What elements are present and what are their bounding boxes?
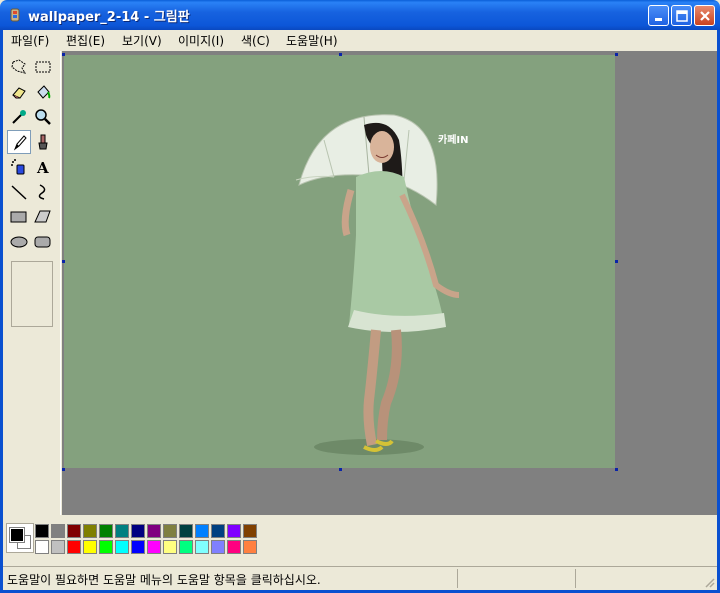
fill-tool[interactable] [31, 80, 55, 104]
color-swatch[interactable] [99, 540, 113, 554]
foreground-color [9, 527, 25, 543]
resize-handle [62, 468, 65, 471]
color-picker-tool[interactable] [7, 105, 31, 129]
color-swatch[interactable] [179, 524, 193, 538]
color-swatch[interactable] [163, 524, 177, 538]
maximize-icon [676, 10, 688, 22]
magnifier-icon [35, 109, 51, 125]
paint-app-icon [10, 8, 20, 22]
free-select-tool[interactable] [7, 55, 31, 79]
rect-select-icon [35, 61, 51, 73]
color-swatch[interactable] [35, 540, 49, 554]
color-swatch[interactable] [147, 540, 161, 554]
color-swatch[interactable] [51, 524, 65, 538]
color-swatch[interactable] [211, 540, 225, 554]
rectangle-tool[interactable] [7, 205, 31, 229]
color-swatch[interactable] [83, 540, 97, 554]
eraser-tool[interactable] [7, 80, 31, 104]
line-tool[interactable] [7, 180, 31, 204]
color-swatch[interactable] [163, 540, 177, 554]
color-swatch[interactable] [131, 524, 145, 538]
color-swatch[interactable] [83, 524, 97, 538]
title-bar[interactable]: wallpaper_2-14 - 그림판 [0, 0, 720, 30]
color-swatch[interactable] [243, 540, 257, 554]
menu-bar: 파일(F) 편집(E) 보기(V) 이미지(I) 색(C) 도움말(H) [3, 30, 717, 50]
status-text: 도움말이 필요하면 도움말 메뉴의 도움말 항목을 클릭하십시오. [7, 573, 321, 587]
close-button[interactable] [694, 5, 715, 26]
fill-bucket-icon [37, 85, 51, 99]
resize-handle[interactable] [615, 260, 618, 263]
menu-file[interactable]: 파일(F) [11, 32, 49, 49]
tool-options-box[interactable] [11, 261, 53, 327]
rounded-rect-icon [34, 236, 51, 248]
menu-edit[interactable]: 편집(E) [66, 32, 105, 49]
rounded-rect-tool[interactable] [31, 230, 55, 254]
airbrush-icon [11, 159, 25, 175]
status-cell-position [457, 569, 575, 588]
free-select-icon [11, 59, 27, 74]
curve-tool[interactable] [31, 180, 55, 204]
color-swatch[interactable] [227, 524, 241, 538]
menu-colors[interactable]: 색(C) [241, 32, 270, 49]
ellipse-tool[interactable] [7, 230, 31, 254]
minimize-button[interactable] [648, 5, 669, 26]
resize-handle [339, 53, 342, 56]
canvas-image: 카페IN [295, 114, 469, 455]
menu-help[interactable]: 도움말(H) [286, 32, 338, 49]
color-swatch[interactable] [211, 524, 225, 538]
maximize-button[interactable] [671, 5, 692, 26]
color-swatch[interactable] [99, 524, 113, 538]
rectangle-icon [10, 211, 27, 223]
color-swatch[interactable] [195, 524, 209, 538]
menu-image[interactable]: 이미지(I) [178, 32, 224, 49]
color-swatch[interactable] [147, 524, 161, 538]
color-swatch[interactable] [51, 540, 65, 554]
drawing-canvas[interactable]: 카페IN [64, 55, 615, 468]
color-swatch[interactable] [67, 524, 81, 538]
pencil-tool[interactable] [7, 130, 31, 154]
text-tool[interactable]: A [31, 155, 55, 179]
airbrush-tool[interactable] [7, 155, 31, 179]
color-swatch[interactable] [35, 524, 49, 538]
color-swatch[interactable] [67, 540, 81, 554]
toolbox: A [3, 51, 61, 515]
resize-handle [62, 260, 65, 263]
status-bar: 도움말이 필요하면 도움말 메뉴의 도움말 항목을 클릭하십시오. [3, 566, 717, 590]
color-picker-icon [12, 110, 26, 124]
curve-icon [38, 184, 46, 200]
magnifier-tool[interactable] [31, 105, 55, 129]
text-icon: A [36, 159, 49, 176]
resize-handle[interactable] [339, 468, 342, 471]
resize-handle [62, 53, 65, 56]
polygon-tool[interactable] [31, 205, 55, 229]
color-swatch[interactable] [243, 524, 257, 538]
eraser-icon [12, 87, 26, 99]
resize-grip-icon[interactable] [703, 576, 715, 588]
status-cell-size [575, 569, 693, 588]
color-palette [3, 516, 717, 566]
rect-select-tool[interactable] [31, 55, 55, 79]
pencil-icon [13, 135, 27, 151]
ellipse-icon [10, 236, 28, 248]
color-swatch[interactable] [179, 540, 193, 554]
window-title: wallpaper_2-14 - 그림판 [28, 10, 190, 25]
color-swatch[interactable] [115, 524, 129, 538]
resize-handle[interactable] [615, 468, 618, 471]
close-icon [700, 11, 710, 21]
brush-tool[interactable] [31, 130, 55, 154]
watermark-text: 카페IN [438, 133, 469, 146]
color-swatch[interactable] [195, 540, 209, 554]
color-swatch[interactable] [227, 540, 241, 554]
line-icon [11, 185, 27, 200]
brush-icon [38, 134, 48, 150]
current-colors [6, 523, 34, 553]
color-swatch[interactable] [131, 540, 145, 554]
polygon-icon [34, 210, 51, 223]
resize-handle [615, 53, 618, 56]
minimize-icon [655, 18, 662, 21]
svg-text:A: A [36, 159, 49, 176]
canvas-workarea[interactable]: 카페IN [62, 51, 717, 515]
menu-view[interactable]: 보기(V) [122, 32, 162, 49]
color-swatch[interactable] [115, 540, 129, 554]
